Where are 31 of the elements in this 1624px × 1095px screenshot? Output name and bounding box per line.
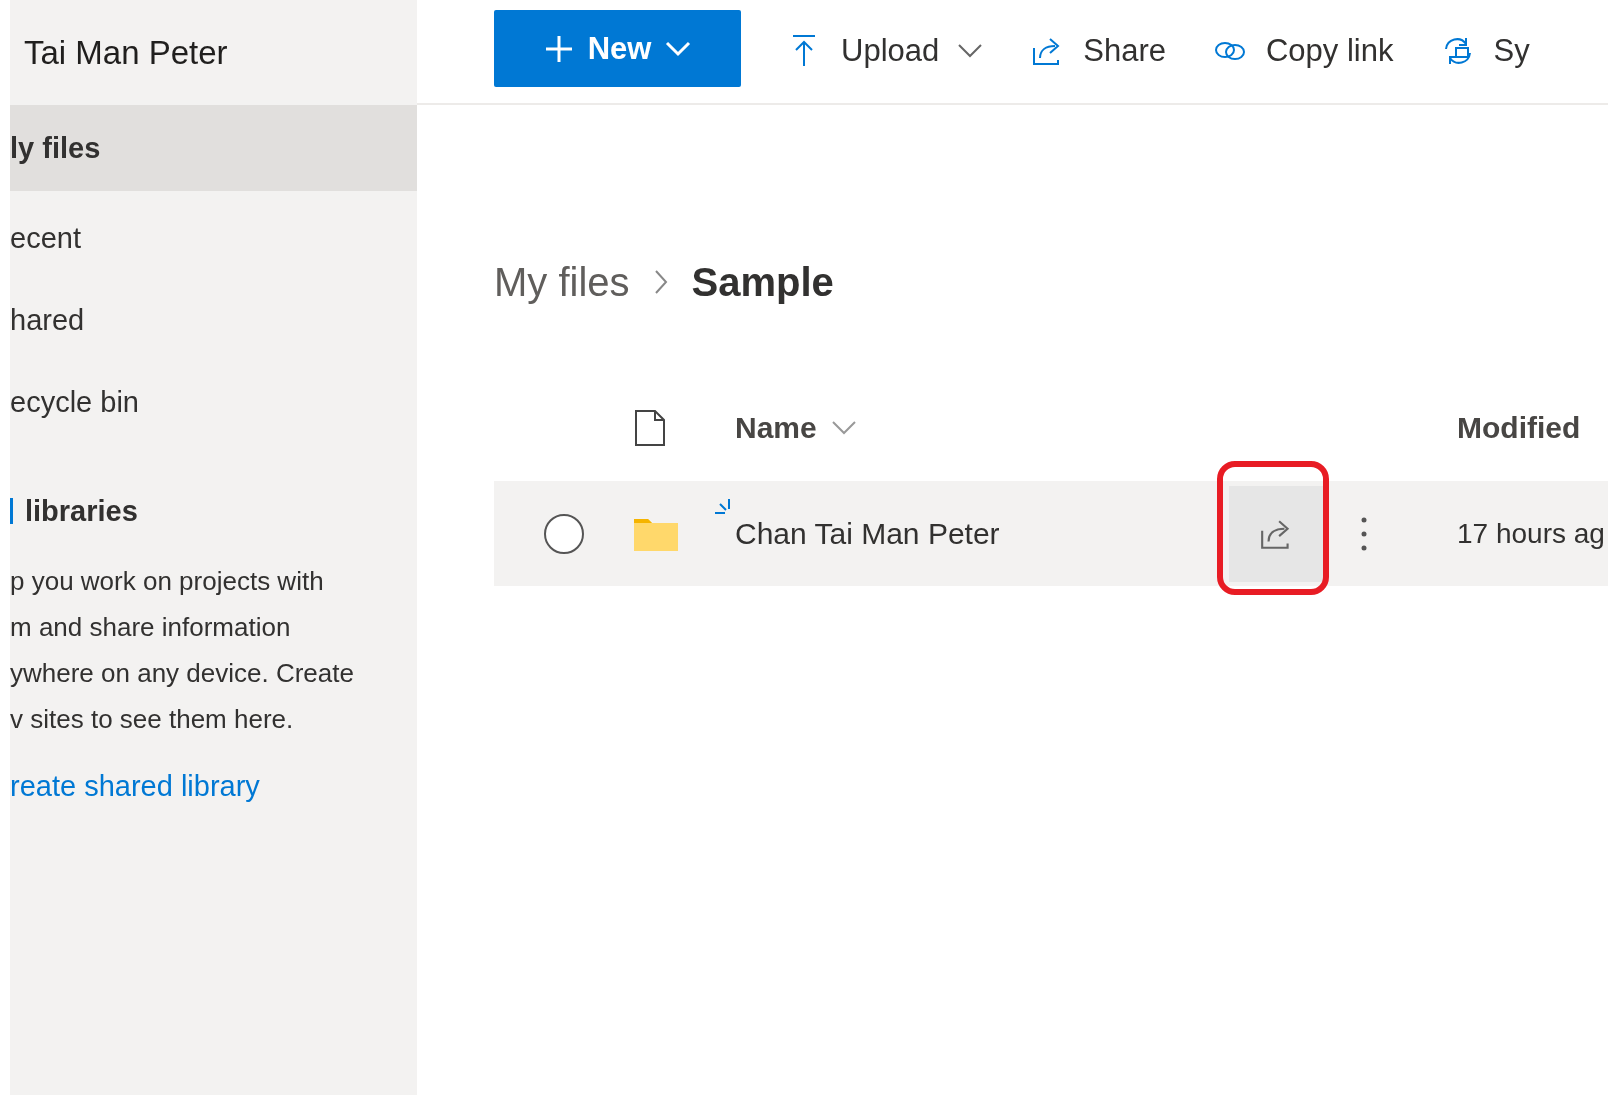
folder-icon [634, 516, 678, 551]
share-button[interactable] [1229, 485, 1325, 582]
nav-item[interactable]: ecycle bin [10, 361, 417, 443]
file-icon [634, 409, 666, 447]
share-button[interactable]: Share [1031, 32, 1166, 69]
section-description: p you work on projects with m and share information ywhere on any device. Create v sites to see them here. [10, 565, 355, 736]
more-button[interactable] [1361, 516, 1367, 551]
nav-item[interactable]: hared [10, 279, 417, 361]
new-button[interactable]: New [494, 10, 741, 87]
create-library-link[interactable]: reate shared library [10, 770, 260, 803]
breadcrumb-item: Sample [691, 259, 834, 305]
account-name: Tai Man Peter [23, 32, 229, 73]
file-row[interactable]: Chan Tai Man Peter 17 hours ag [494, 481, 1608, 586]
plus-icon [543, 33, 574, 64]
section-heading: libraries [25, 494, 138, 528]
column-header[interactable]: Modified [1457, 411, 1608, 445]
more-icon [1361, 516, 1367, 551]
chevron-down-icon [665, 40, 692, 57]
file-name[interactable]: Chan Tai Man Peter [735, 516, 1000, 551]
column-header[interactable]: Name [735, 411, 1229, 445]
modified-date: 17 hours ag [1457, 517, 1606, 550]
sync-button[interactable]: Sy [1441, 32, 1530, 69]
breadcrumb-item[interactable]: My files [494, 259, 630, 305]
link-button[interactable]: Copy link [1214, 32, 1394, 69]
chevron-right-icon [653, 269, 668, 295]
accent-bar [10, 498, 13, 524]
chevron-down-icon [830, 420, 857, 436]
nav-item[interactable]: ecent [10, 197, 417, 279]
upload-button[interactable]: Upload [789, 32, 984, 69]
select-radio[interactable] [544, 513, 584, 554]
nav-item[interactable]: ly files [10, 105, 417, 191]
